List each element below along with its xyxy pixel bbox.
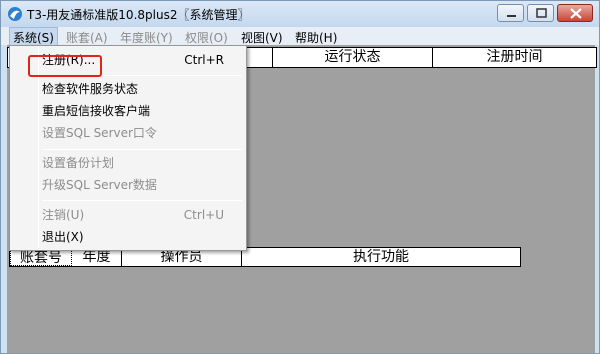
maximize-button[interactable] xyxy=(527,4,554,22)
title-bar[interactable]: T3-用友通标准版10.8plus2〖系统管理〗 xyxy=(1,1,599,27)
menu-item-label: 检查软件服务状态 xyxy=(42,82,139,96)
table-header-function[interactable]: 执行功能 xyxy=(242,248,520,266)
menu-item-restart-sms-client[interactable]: 重启短信接收客户端 xyxy=(42,101,242,121)
menu-item-upgrade-sql-data[interactable]: 升级SQL Server数据 xyxy=(42,175,242,195)
menu-item-check-service[interactable]: 检查软件服务状态 xyxy=(42,79,242,99)
menu-gutter xyxy=(38,48,39,248)
menu-bar: 系统(S) 账套(A) 年度账(Y) 权限(O) 视图(V) 帮助(H) xyxy=(1,27,599,48)
menu-separator xyxy=(42,200,242,201)
annotation-highlight-box xyxy=(28,55,102,77)
close-icon xyxy=(570,8,582,19)
app-logo-icon xyxy=(8,7,22,21)
close-button[interactable] xyxy=(557,4,593,22)
menu-item-label: 重启短信接收客户端 xyxy=(42,104,151,118)
menu-separator xyxy=(42,149,242,150)
maximize-icon xyxy=(536,8,547,18)
minimize-icon xyxy=(507,15,516,17)
minimize-button[interactable] xyxy=(497,4,524,22)
menu-item-logout[interactable]: 注销(U) Ctrl+U xyxy=(42,205,242,225)
menu-item-label: 退出(X) xyxy=(42,230,84,244)
menu-item-exit[interactable]: 退出(X) xyxy=(42,227,242,247)
menu-item-shortcut: Ctrl+R xyxy=(184,53,224,67)
menu-item-backup-schedule[interactable]: 设置备份计划 xyxy=(42,153,242,173)
menu-item-label: 设置备份计划 xyxy=(42,156,115,170)
menu-item-shortcut: Ctrl+U xyxy=(183,208,224,222)
table-header-run-status[interactable]: 运行状态 xyxy=(273,48,433,67)
menu-item-label: 升级SQL Server数据 xyxy=(42,178,157,192)
menu-item-label: 注销(U) xyxy=(42,208,85,222)
window-title: T3-用友通标准版10.8plus2〖系统管理〗 xyxy=(27,8,250,22)
menu-item-set-sql-password[interactable]: 设置SQL Server口令 xyxy=(42,123,242,143)
menu-item-label: 设置SQL Server口令 xyxy=(42,126,157,140)
application-window: T3-用友通标准版10.8plus2〖系统管理〗 系统(S) 账套(A) 年度账… xyxy=(0,0,600,354)
table-header-register-time[interactable]: 注册时间 xyxy=(433,48,596,67)
